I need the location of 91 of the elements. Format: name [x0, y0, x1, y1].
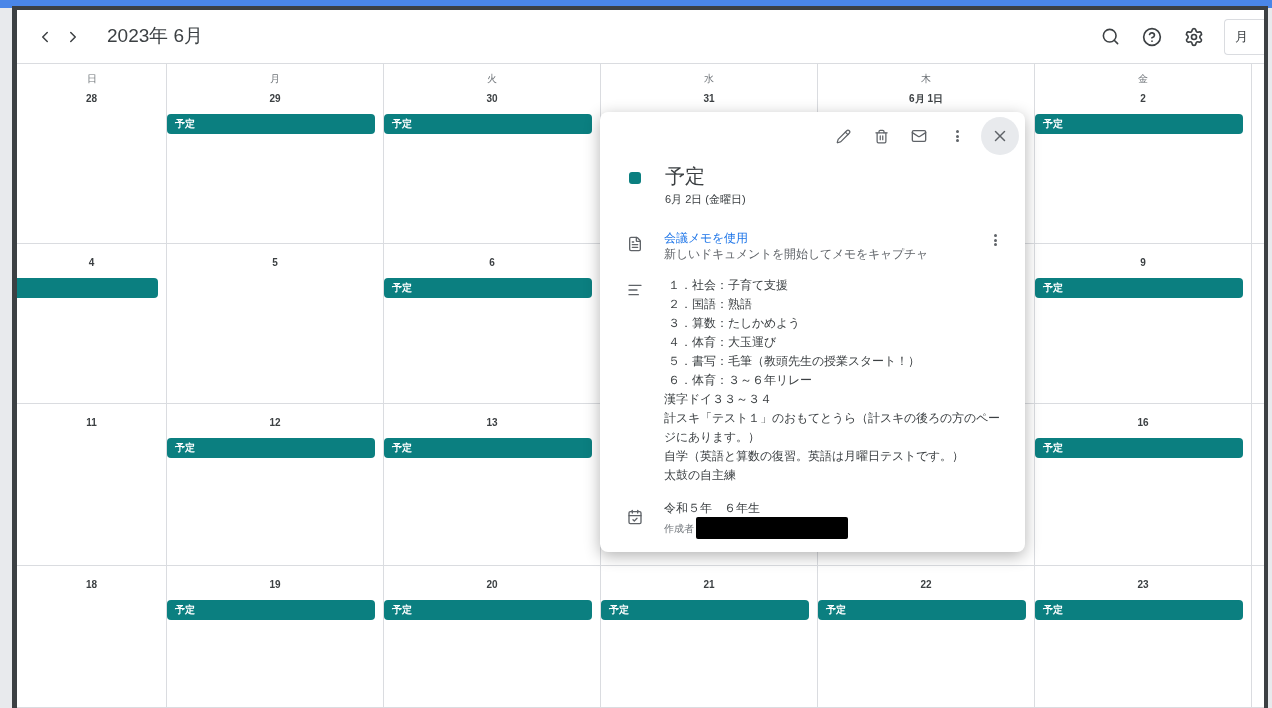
day-cell[interactable]: 4 [17, 244, 166, 404]
event-chip[interactable]: 予定 [384, 600, 592, 620]
date-label[interactable]: 5 [272, 254, 278, 270]
meeting-notes-subtitle: 新しいドキュメントを開始してメモをキャプチャ [664, 246, 929, 262]
date-label[interactable]: 20 [486, 576, 498, 592]
search-icon [1100, 27, 1120, 46]
more-icon [993, 234, 997, 246]
description-line: ３．算数：たしかめよう [667, 315, 801, 332]
description-line: ５．書写：毛筆（教頭先生の授業スタート！） [667, 353, 921, 370]
event-chip[interactable]: 予定 [1035, 278, 1243, 298]
event-chip[interactable]: 予定 [818, 600, 1026, 620]
weekday-label: 火 [487, 72, 497, 86]
description-line: 自学（英語と算数の復習。英語は月曜日テストです。） [664, 448, 965, 465]
day-cell[interactable]: 11 [17, 404, 166, 566]
date-label[interactable]: 4 [88, 254, 95, 270]
close-button[interactable] [981, 117, 1019, 155]
day-cell[interactable]: 月 29 予定 [166, 64, 383, 244]
creator-label: 作成者 [664, 521, 694, 536]
event-chip[interactable]: 予定 [167, 600, 375, 620]
date-label[interactable]: 28 [85, 90, 98, 106]
day-cell[interactable] [1251, 566, 1264, 708]
mail-icon [911, 128, 927, 144]
event-chip[interactable]: 予定 [167, 114, 375, 134]
date-label[interactable]: 18 [85, 576, 98, 592]
day-cell[interactable]: 5 [166, 244, 383, 404]
description-line: 太鼓の自主練 [664, 467, 737, 484]
event-chip[interactable]: 予定 [384, 114, 592, 134]
date-label[interactable]: 16 [1137, 414, 1149, 430]
description-line: 漢字ドイ３３～３４ [664, 391, 773, 408]
description-icon [627, 282, 643, 298]
meeting-notes-link[interactable]: 会議メモを使用 [664, 230, 987, 246]
calendar-name: 令和５年 ６年生 [664, 500, 761, 517]
day-cell[interactable]: 22 予定 [817, 566, 1034, 708]
event-chip[interactable]: 予定 [384, 438, 592, 458]
event-chip[interactable]: 予定 [601, 600, 809, 620]
event-chip[interactable]: 予定 [1035, 438, 1243, 458]
date-label[interactable]: 31 [703, 90, 715, 106]
more-icon [955, 130, 959, 142]
day-cell[interactable] [1251, 64, 1264, 244]
event-chip[interactable]: 予定 [1035, 600, 1243, 620]
day-cell[interactable]: 20 予定 [383, 566, 600, 708]
settings-icon [1184, 26, 1204, 47]
date-label[interactable]: 12 [269, 414, 281, 430]
date-label[interactable]: 11 [86, 414, 97, 430]
date-label[interactable]: 30 [486, 90, 498, 106]
date-label[interactable]: 22 [920, 576, 932, 592]
event-chip[interactable]: 予定 [1035, 114, 1243, 134]
day-cell[interactable]: 21 予定 [600, 566, 817, 708]
month-title: 2023年 6月 [107, 24, 204, 49]
event-chip[interactable]: 予定 [384, 278, 592, 298]
description-line: 計スキ「テスト１」のおもてとうら（計スキの後ろの方のページにあります。） [664, 410, 1001, 446]
date-label[interactable]: 29 [269, 90, 281, 106]
day-cell[interactable] [1251, 404, 1264, 566]
date-label[interactable]: 6月 1日 [909, 90, 943, 106]
description-line: １．社会：子育て支援 [667, 277, 789, 294]
day-cell[interactable]: 火 30 予定 [383, 64, 600, 244]
help-icon [1142, 26, 1162, 47]
day-cell[interactable]: 23 予定 [1034, 566, 1251, 708]
date-label[interactable]: 9 [1140, 254, 1146, 270]
day-cell[interactable]: 19 予定 [166, 566, 383, 708]
event-chip[interactable]: 予定 [167, 438, 375, 458]
day-cell[interactable]: 日 28 [17, 64, 166, 244]
day-cell[interactable]: 18 [17, 566, 166, 708]
description-line: ２．国語：熟語 [667, 296, 753, 313]
trash-icon [873, 128, 889, 144]
description-line: ６．体育：３～６年リレー [667, 372, 813, 389]
day-cell[interactable]: 16 予定 [1034, 404, 1251, 566]
event-title: 予定 [665, 164, 706, 189]
date-label[interactable]: 21 [703, 576, 715, 592]
date-label[interactable]: 23 [1137, 576, 1149, 592]
pencil-icon [835, 128, 851, 144]
weekday-label: 日 [86, 72, 97, 86]
description-line: ４．体育：大玉運び [667, 334, 777, 351]
day-cell[interactable]: 12 予定 [166, 404, 383, 566]
weekday-label: 金 [1138, 72, 1148, 86]
date-label[interactable]: 13 [486, 414, 498, 430]
document-icon [627, 236, 643, 252]
event-date: 6月 2日 (金曜日) [665, 192, 746, 207]
day-cell[interactable] [1251, 244, 1264, 404]
calendar-icon [627, 509, 643, 525]
date-label[interactable]: 2 [1140, 90, 1146, 106]
day-cell[interactable]: 6 予定 [383, 244, 600, 404]
day-cell[interactable]: 9 予定 [1034, 244, 1251, 404]
weekday-label: 月 [270, 72, 280, 86]
date-label[interactable]: 19 [269, 576, 281, 592]
weekday-label: 木 [921, 72, 931, 86]
date-label[interactable]: 6 [489, 254, 495, 270]
day-cell[interactable]: 13 予定 [383, 404, 600, 566]
view-button[interactable]: 月 [1224, 18, 1264, 55]
weekday-label: 水 [704, 72, 714, 86]
day-cell[interactable]: 金 2 予定 [1034, 64, 1251, 244]
